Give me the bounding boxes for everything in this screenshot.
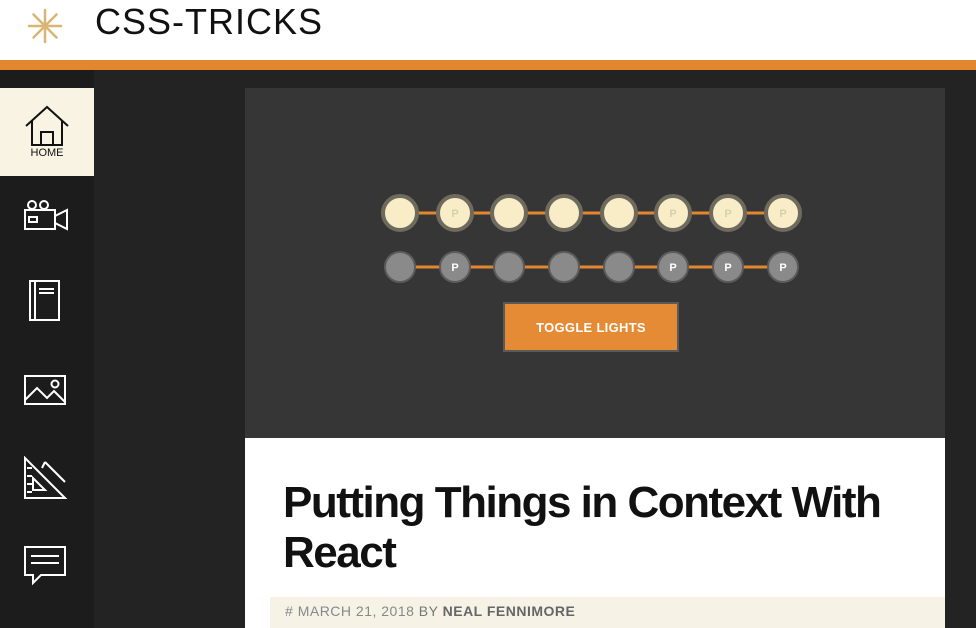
video-camera-icon bbox=[24, 200, 68, 231]
ruler-triangle-icon bbox=[24, 456, 68, 499]
image-icon bbox=[24, 375, 66, 405]
article-hero-image[interactable] bbox=[245, 88, 945, 438]
sidebar-item-gallery[interactable] bbox=[0, 352, 94, 440]
permalink-hash[interactable]: # bbox=[285, 603, 293, 619]
notebook-icon bbox=[29, 280, 60, 321]
house-icon bbox=[25, 105, 69, 146]
byline-by: BY bbox=[418, 603, 439, 619]
asterisk-logo-icon[interactable] bbox=[26, 7, 64, 45]
article-author[interactable]: NEAL FENNIMORE bbox=[443, 603, 576, 619]
sidebar-item-home[interactable]: HOME bbox=[0, 88, 94, 176]
article-date: MARCH 21, 2018 bbox=[297, 603, 415, 619]
header-accent-stripe bbox=[0, 60, 976, 70]
article-title[interactable]: Putting Things in Context With React bbox=[283, 478, 903, 578]
sidebar-item-almanac[interactable] bbox=[0, 264, 94, 352]
toggle-lights-button[interactable]: TOGGLE LIGHTS bbox=[503, 302, 679, 352]
sidebar-item-videos[interactable] bbox=[0, 176, 94, 264]
sidebar-item-forums[interactable] bbox=[0, 528, 94, 616]
site-title[interactable]: CSS-TRICKS bbox=[95, 2, 323, 42]
speech-bubble-icon bbox=[24, 546, 66, 586]
sidebar-item-label: HOME bbox=[30, 147, 64, 159]
article-meta: # MARCH 21, 2018 BY NEAL FENNIMORE bbox=[285, 603, 575, 619]
sidebar-item-guides[interactable] bbox=[0, 440, 94, 528]
site-header: CSS-TRICKS bbox=[0, 0, 976, 60]
